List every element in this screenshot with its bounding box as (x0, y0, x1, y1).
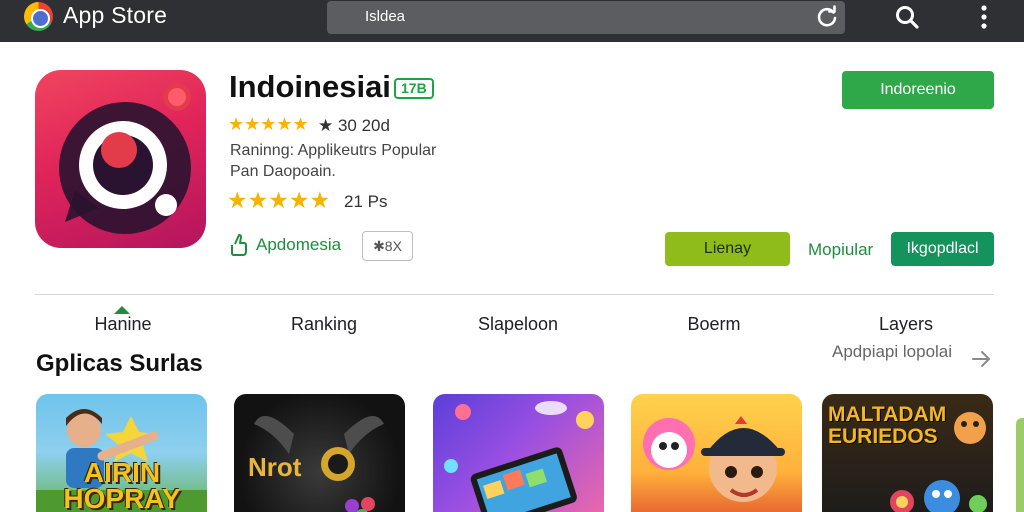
rating-summary: ★ 30 20d (318, 116, 390, 135)
tab-slapeloon[interactable]: Slapeloon (462, 314, 574, 335)
search-icon[interactable] (893, 3, 921, 31)
developer-link[interactable]: Apdomesia (256, 235, 341, 255)
tab-ranking[interactable]: Ranking (276, 314, 372, 335)
thumbnail-1-title: AIRIN HOPRAY (63, 457, 181, 512)
secondary-action-button[interactable]: Ikgopdlacl (891, 232, 994, 266)
address-bar[interactable]: Isldea (327, 1, 845, 34)
app-title: App Store (63, 2, 168, 28)
arrow-right-icon[interactable] (970, 348, 992, 370)
cartoon-characters-image (643, 416, 785, 502)
rating-stars-large: ★★★★★ (227, 187, 331, 213)
reload-icon[interactable] (815, 5, 839, 29)
app-thumbnail-4[interactable] (631, 394, 802, 512)
app-thumbnail-5[interactable]: MALTADAM EURIEDOS (822, 394, 993, 512)
section-title: Gplicas Surlas (36, 350, 203, 377)
age-rating-badge: 17B (394, 78, 434, 99)
popular-link[interactable]: Mopiular (808, 240, 873, 260)
more-vert-icon[interactable] (970, 3, 998, 31)
see-more-link[interactable]: Apdpiapi lopolai (832, 342, 952, 362)
app-subtitle-line: Pan Daopoain. (230, 163, 336, 180)
tab-boerm[interactable]: Boerm (672, 314, 756, 335)
app-icon[interactable] (35, 70, 206, 248)
active-tab-indicator (114, 306, 130, 314)
tab-layers[interactable]: Layers (864, 314, 948, 335)
next-thumbnail-peek[interactable] (1016, 418, 1024, 512)
app-thumbnail-1[interactable]: AIRIN HOPRAY (36, 394, 207, 512)
app-name: Indoinesiai (229, 69, 391, 104)
app-store-logo-icon[interactable] (24, 2, 53, 31)
address-text[interactable]: Isldea (365, 8, 405, 25)
app-thumbnail-3[interactable] (433, 394, 604, 512)
tablet-game-image (444, 401, 594, 512)
chat-bubble-icon (59, 83, 191, 234)
app-thumbnail-2[interactable]: Nrot (234, 394, 405, 512)
section-divider (35, 294, 994, 295)
thumbnail-2-title: Nrot (248, 452, 302, 482)
rating-stars: ★★★★★ (228, 114, 309, 134)
thumbnail-5-title: MALTADAM EURIEDOS (828, 403, 947, 448)
top-bar: App Store Isldea (0, 0, 1024, 42)
app-category-line: Raninng: Applikeutrs Popular (230, 142, 437, 159)
size-chip[interactable]: ✱8X (362, 231, 413, 261)
developer-hand-icon (231, 234, 247, 256)
rating-count: 21 Ps (344, 192, 388, 211)
tab-home[interactable]: Hanine (80, 314, 166, 335)
install-button[interactable]: Indoreenio (842, 71, 994, 109)
primary-action-button[interactable]: Lienay (665, 232, 790, 266)
